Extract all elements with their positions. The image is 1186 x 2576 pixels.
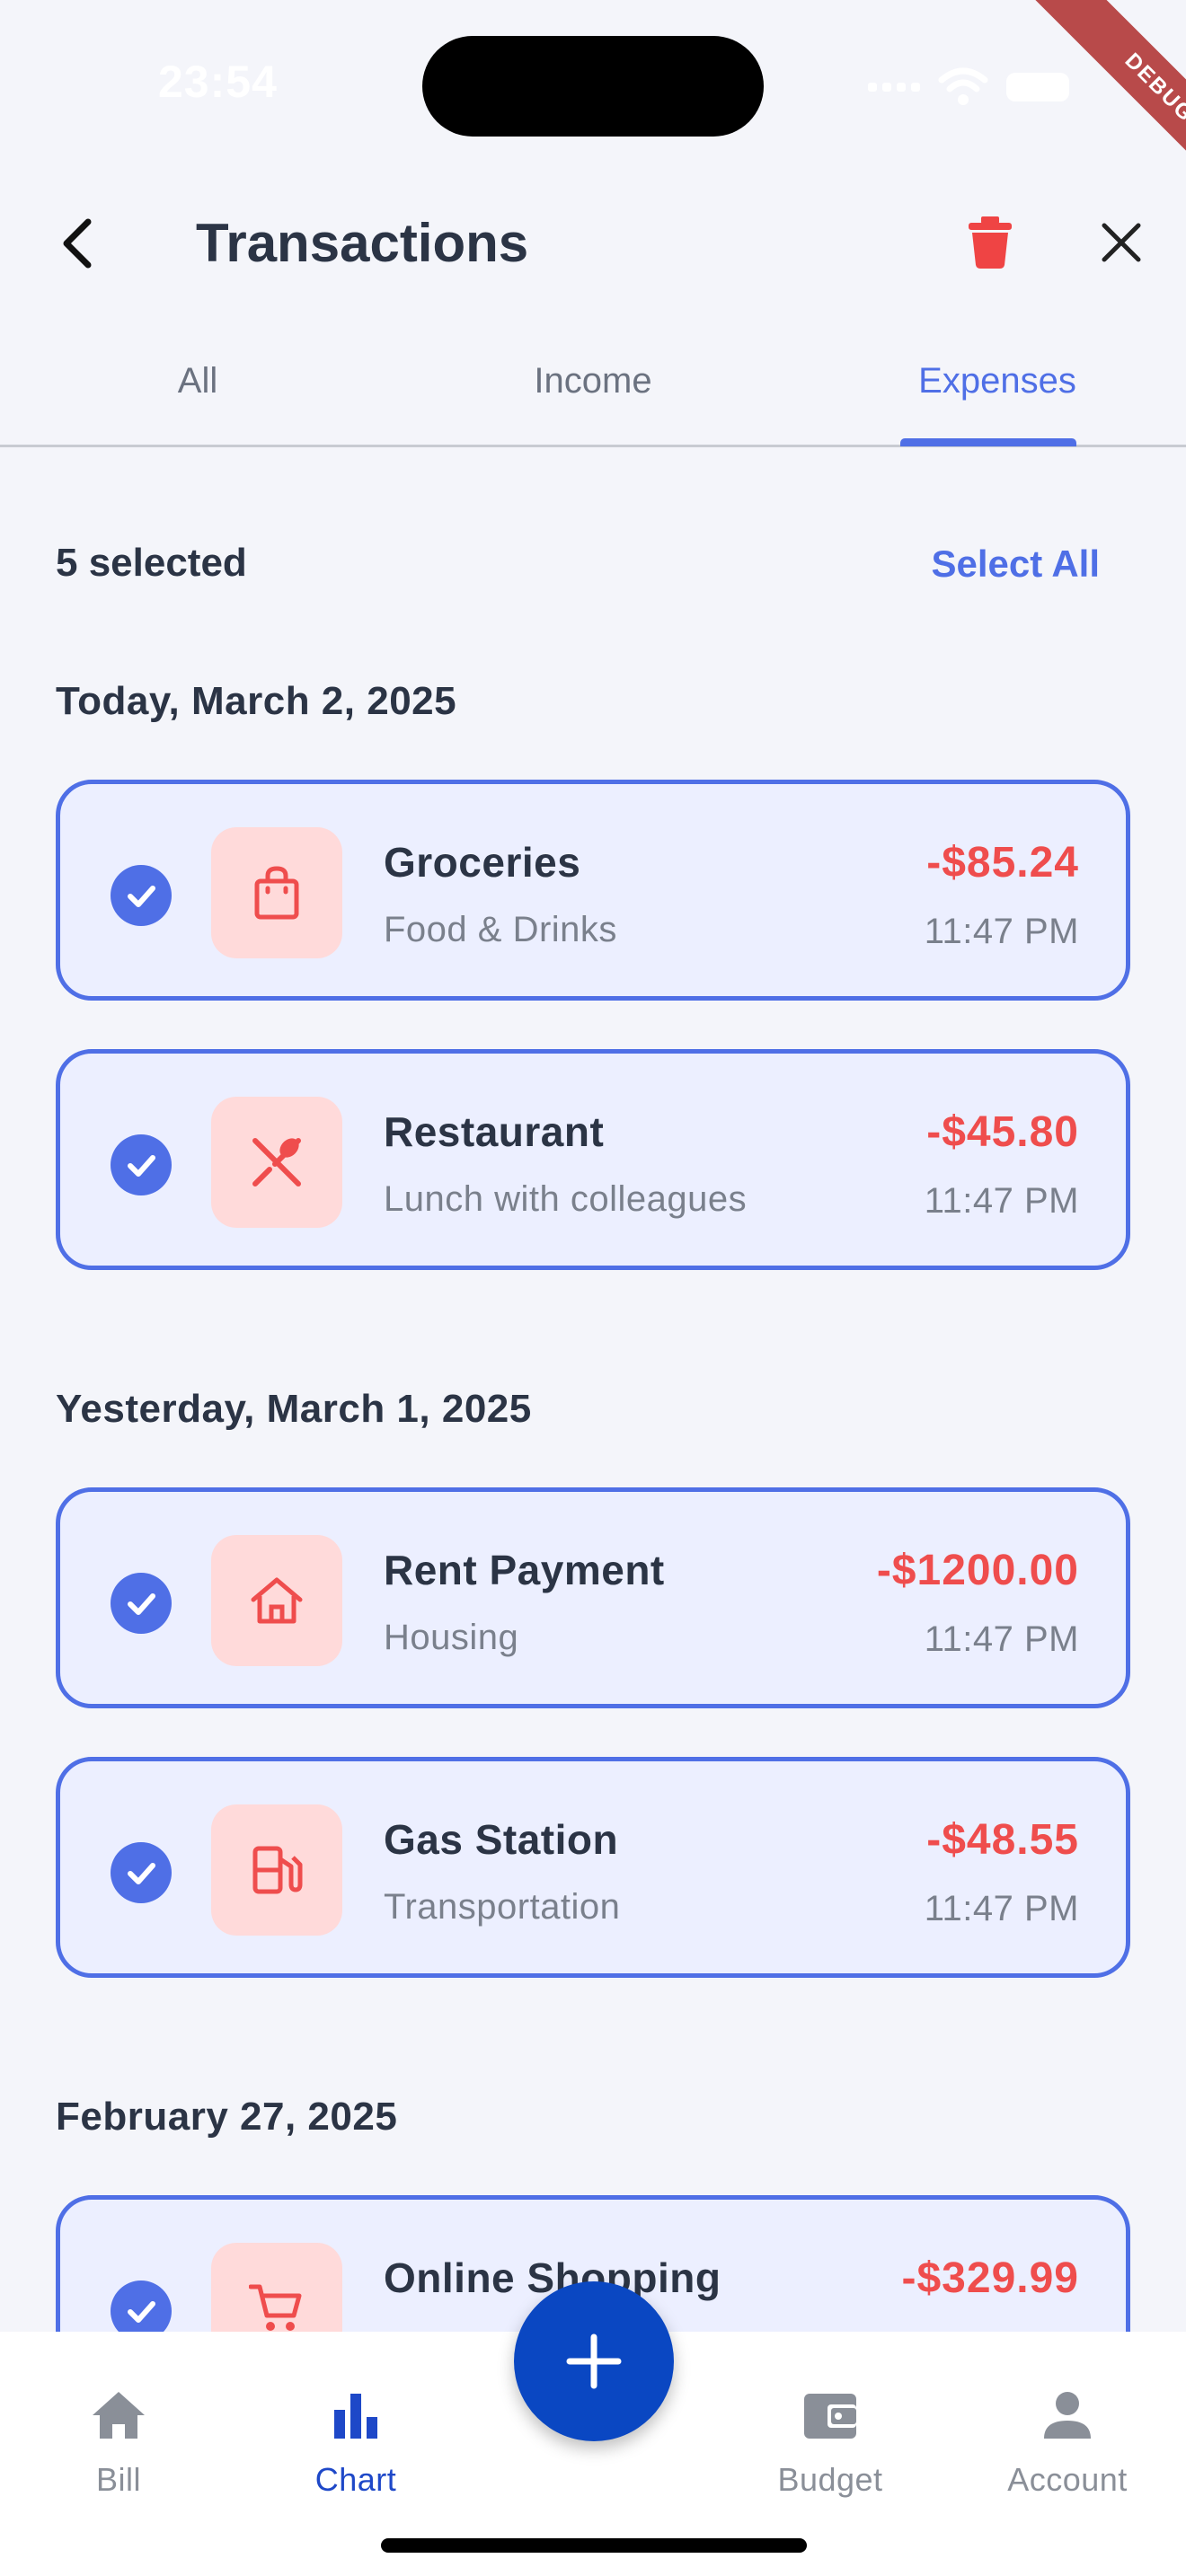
chevron-left-icon bbox=[63, 218, 92, 269]
nav-item-budget[interactable]: Budget bbox=[740, 2384, 920, 2499]
transaction-card-groceries[interactable]: Groceries Food & Drinks -$85.24 11:47 PM bbox=[56, 780, 1130, 1001]
house-icon bbox=[211, 1535, 342, 1666]
transaction-name: Gas Station bbox=[384, 1816, 619, 1863]
plus-icon bbox=[566, 2333, 622, 2389]
checkbox-checked-icon[interactable] bbox=[111, 1134, 172, 1195]
transaction-category: Lunch with colleagues bbox=[384, 1179, 748, 1219]
transaction-amount: -$45.80 bbox=[926, 1108, 1079, 1156]
shopping-bag-icon bbox=[211, 827, 342, 958]
nav-label: Bill bbox=[95, 2461, 141, 2498]
transaction-time: 11:47 PM bbox=[924, 912, 1079, 951]
status-icons bbox=[836, 65, 1069, 110]
transaction-time: 11:47 PM bbox=[924, 1181, 1079, 1221]
transaction-amount: -$329.99 bbox=[901, 2254, 1079, 2302]
checkbox-checked-icon[interactable] bbox=[111, 1842, 172, 1903]
section-date-header: February 27, 2025 bbox=[56, 2095, 398, 2139]
wifi-icon bbox=[938, 67, 988, 105]
signal-icon bbox=[868, 83, 920, 92]
trash-icon bbox=[969, 216, 1012, 269]
nav-item-account[interactable]: Account bbox=[978, 2384, 1157, 2499]
transaction-category: Housing bbox=[384, 1618, 519, 1657]
transaction-name: Groceries bbox=[384, 839, 581, 886]
tab-expenses[interactable]: Expenses bbox=[881, 361, 1114, 401]
utensils-icon bbox=[211, 1097, 342, 1228]
transaction-category: Food & Drinks bbox=[384, 910, 617, 949]
transaction-category: Transportation bbox=[384, 1887, 621, 1927]
add-transaction-button[interactable] bbox=[514, 2281, 674, 2441]
back-button[interactable] bbox=[50, 212, 104, 275]
select-all-button[interactable]: Select All bbox=[898, 543, 1100, 586]
wallet-icon bbox=[740, 2384, 920, 2447]
tab-all[interactable]: All bbox=[126, 361, 270, 401]
person-icon bbox=[978, 2384, 1157, 2447]
bar-chart-icon bbox=[266, 2384, 446, 2447]
section-date-header: Yesterday, March 1, 2025 bbox=[56, 1387, 532, 1431]
nav-item-chart[interactable]: Chart bbox=[266, 2384, 446, 2499]
transaction-name: Restaurant bbox=[384, 1108, 605, 1155]
transaction-amount: -$48.55 bbox=[926, 1816, 1079, 1864]
checkbox-checked-icon[interactable] bbox=[111, 865, 172, 926]
transaction-card-restaurant[interactable]: Restaurant Lunch with colleagues -$45.80… bbox=[56, 1049, 1130, 1270]
transaction-card-gas[interactable]: Gas Station Transportation -$48.55 11:47… bbox=[56, 1757, 1130, 1978]
close-icon bbox=[1102, 223, 1141, 262]
nav-item-bill[interactable]: Bill bbox=[29, 2384, 208, 2499]
battery-icon bbox=[1006, 73, 1069, 101]
transaction-amount: -$85.24 bbox=[926, 839, 1079, 887]
checkbox-checked-icon[interactable] bbox=[111, 1573, 172, 1634]
home-icon bbox=[29, 2384, 208, 2447]
transaction-card-rent[interactable]: Rent Payment Housing -$1200.00 11:47 PM bbox=[56, 1487, 1130, 1708]
nav-label: Budget bbox=[777, 2461, 883, 2498]
tab-bar: All Income Expenses bbox=[0, 341, 1186, 447]
dynamic-island bbox=[422, 36, 764, 137]
debug-banner: DEBUG bbox=[1026, 0, 1186, 221]
home-indicator bbox=[381, 2538, 807, 2553]
close-button[interactable] bbox=[1094, 214, 1148, 271]
status-time: 23:54 bbox=[158, 57, 278, 107]
nav-label: Chart bbox=[314, 2461, 397, 2498]
page-title: Transactions bbox=[196, 213, 529, 273]
active-tab-indicator bbox=[900, 438, 1076, 446]
fuel-pump-icon bbox=[211, 1804, 342, 1936]
transaction-amount: -$1200.00 bbox=[876, 1547, 1079, 1594]
selected-count: 5 selected bbox=[56, 541, 247, 585]
transaction-name: Rent Payment bbox=[384, 1547, 665, 1593]
nav-label: Account bbox=[1007, 2461, 1128, 2498]
transaction-time: 11:47 PM bbox=[924, 1889, 1079, 1928]
transaction-time: 11:47 PM bbox=[924, 1619, 1079, 1659]
section-date-header: Today, March 2, 2025 bbox=[56, 679, 457, 723]
delete-button[interactable] bbox=[961, 208, 1019, 277]
tab-income[interactable]: Income bbox=[467, 361, 719, 401]
